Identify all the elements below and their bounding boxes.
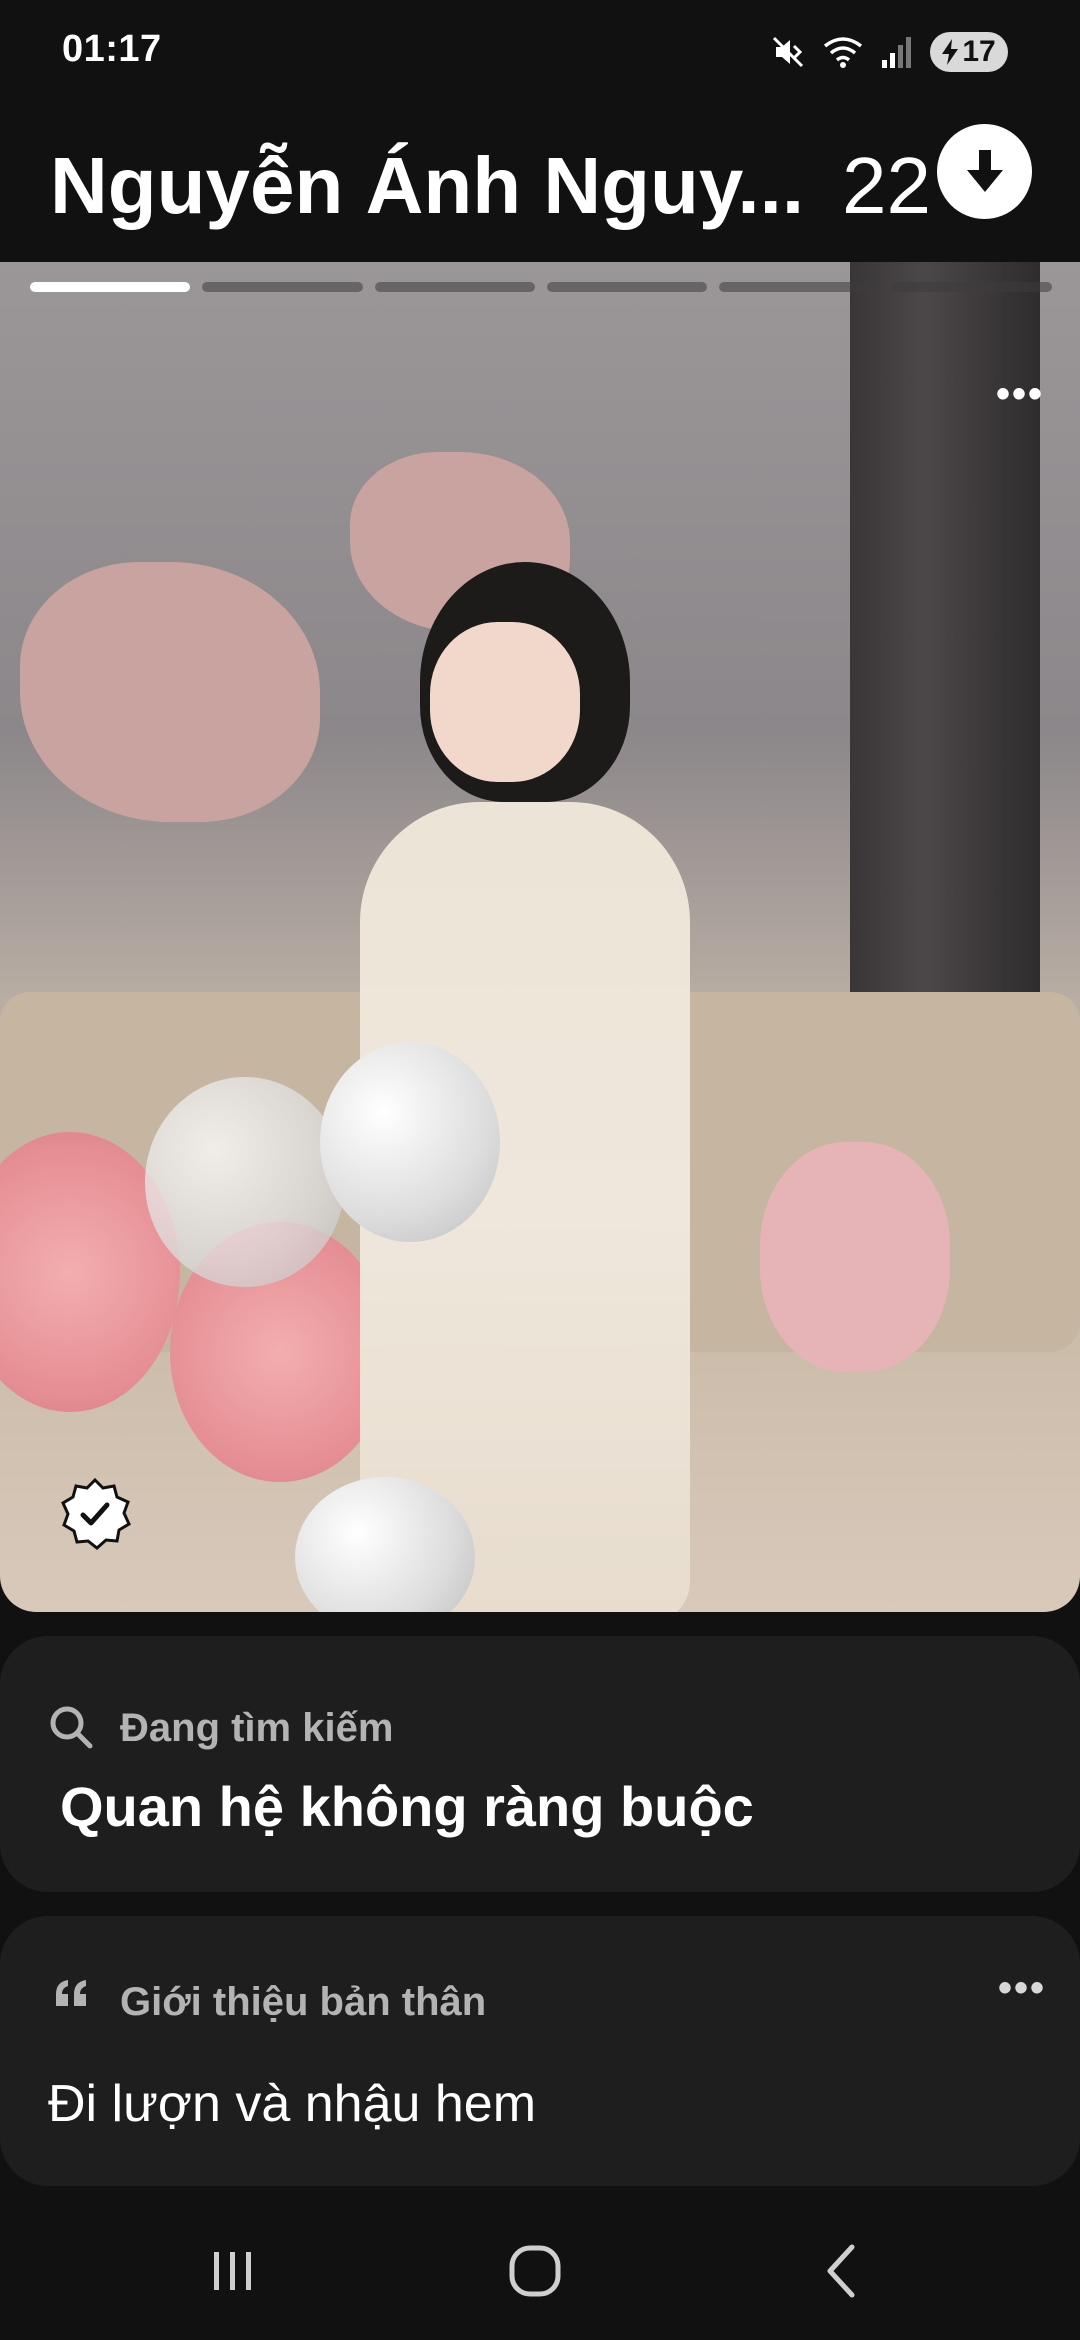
back-button[interactable] (805, 2236, 875, 2306)
charging-bolt-icon (942, 39, 959, 65)
profile-header: Nguyễn Ánh Nguy... 22 (0, 110, 1080, 260)
wifi-icon (823, 37, 863, 68)
download-button[interactable] (937, 124, 1032, 219)
progress-segment (374, 282, 535, 292)
photo-progress-bar (30, 282, 1052, 294)
profile-photo[interactable]: ••• (0, 262, 1080, 1612)
bio-card: Giới thiệu bản thân ••• Đi lượn và nhậu … (0, 1916, 1080, 2186)
system-navigation-bar (0, 2196, 1080, 2340)
home-icon (509, 2245, 561, 2297)
battery-level: 17 (962, 35, 996, 68)
verified-badge-icon (61, 1477, 131, 1550)
status-time: 01:17 (62, 28, 162, 70)
looking-for-label: Đang tìm kiếm (120, 1706, 394, 1750)
progress-segment (202, 282, 363, 292)
home-button[interactable] (500, 2236, 570, 2306)
profile-age: 22 (842, 141, 931, 230)
battery-indicator: 17 (930, 32, 1008, 72)
looking-for-card: Đang tìm kiếm Quan hệ không ràng buộc (0, 1636, 1080, 1892)
arrow-down-icon (966, 149, 1003, 192)
recent-apps-button[interactable] (198, 2236, 268, 2306)
photo-plush-toy (760, 1142, 950, 1372)
progress-segment (546, 282, 708, 292)
mute-icon (772, 36, 804, 68)
photo-balloon (320, 1042, 500, 1242)
looking-for-value: Quan hệ không ràng buộc (60, 1775, 754, 1838)
photo-bow-decoration (20, 562, 320, 822)
bio-value: Đi lượn và nhậu hem (48, 2075, 537, 2133)
bio-label: Giới thiệu bản thân (120, 1980, 487, 2024)
photo-person-face (430, 622, 580, 782)
quote-icon (56, 1980, 86, 2006)
status-icons: 17 (770, 30, 1008, 74)
profile-name: Nguyễn Ánh Nguy... (50, 141, 805, 230)
search-icon (50, 1706, 93, 1749)
bio-more-options-button[interactable]: ••• (998, 1966, 1046, 2011)
photo-more-options-button[interactable]: ••• (996, 372, 1044, 417)
signal-icon (882, 37, 911, 68)
status-bar: 01:17 17 (0, 0, 1080, 110)
back-icon (827, 2244, 855, 2298)
recent-apps-icon (214, 2252, 251, 2290)
progress-segment (30, 282, 191, 292)
photo-balloon (145, 1077, 345, 1287)
progress-segment (891, 282, 1052, 292)
progress-segment (719, 282, 880, 292)
